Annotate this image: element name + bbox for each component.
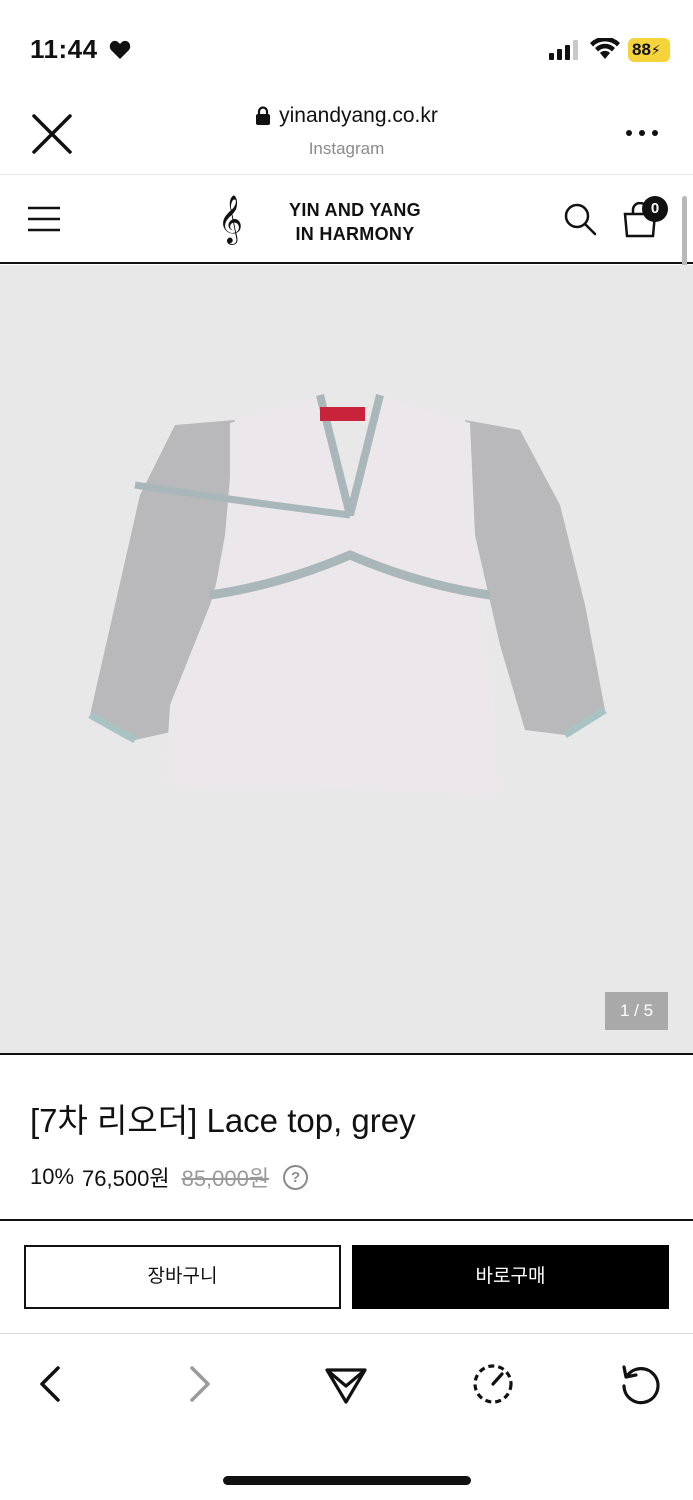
battery-icon: 88⚡ — [628, 38, 670, 62]
browser-toolbar — [0, 1333, 693, 1500]
charging-bolt-icon: ⚡ — [650, 42, 661, 58]
home-indicator[interactable] — [223, 1476, 471, 1485]
status-time: 11:44 — [30, 34, 98, 64]
site-header: 𝄞 YIN AND YANG IN HARMONY — [0, 176, 693, 264]
heart-icon — [109, 40, 131, 59]
url-domain: yinandyang.co.kr — [279, 104, 438, 127]
logo-line2: IN HARMONY — [295, 224, 415, 244]
url-source: Instagram — [308, 139, 385, 158]
search-icon[interactable] — [563, 202, 597, 236]
reload-icon[interactable] — [618, 1362, 662, 1406]
help-icon[interactable]: ? — [283, 1164, 309, 1190]
product-image-gallery[interactable]: 1 / 5 — [0, 265, 693, 1055]
original-price: 85,000원 — [181, 1166, 270, 1191]
signal-icon — [549, 40, 578, 60]
sale-price: 76,500원 — [82, 1166, 170, 1191]
logo-line1: YIN AND YANG — [289, 200, 421, 220]
divider — [0, 1219, 693, 1221]
forward-icon[interactable] — [178, 1362, 222, 1406]
add-to-cart-button[interactable]: 장바구니 — [24, 1245, 341, 1309]
browser-bar: yinandyang.co.kr Instagram — [0, 100, 693, 175]
price-row: 10% 76,500원 85,000원 ? — [30, 1161, 309, 1193]
logo-text[interactable]: YIN AND YANG IN HARMONY — [270, 198, 440, 246]
compass-icon[interactable] — [471, 1362, 515, 1406]
logo-clef-icon[interactable]: 𝄞 — [218, 194, 254, 244]
product-title: [7차 리오더] Lace top, grey — [30, 1102, 416, 1139]
menu-icon[interactable] — [28, 206, 60, 232]
cart-count-badge: 0 — [642, 196, 668, 222]
image-pager: 1 / 5 — [605, 992, 668, 1030]
discount-rate: 10% — [30, 1164, 75, 1189]
more-icon[interactable] — [625, 128, 659, 138]
status-bar: 11:44 88⚡ — [0, 0, 693, 100]
address-bar[interactable]: yinandyang.co.kr Instagram — [0, 100, 693, 159]
buy-now-button[interactable]: 바로구매 — [352, 1245, 669, 1309]
back-icon[interactable] — [30, 1362, 74, 1406]
wifi-icon — [590, 38, 620, 59]
lock-icon — [256, 106, 271, 125]
share-icon[interactable] — [324, 1362, 368, 1406]
battery-level: 88 — [632, 40, 651, 59]
product-photo — [88, 394, 607, 795]
